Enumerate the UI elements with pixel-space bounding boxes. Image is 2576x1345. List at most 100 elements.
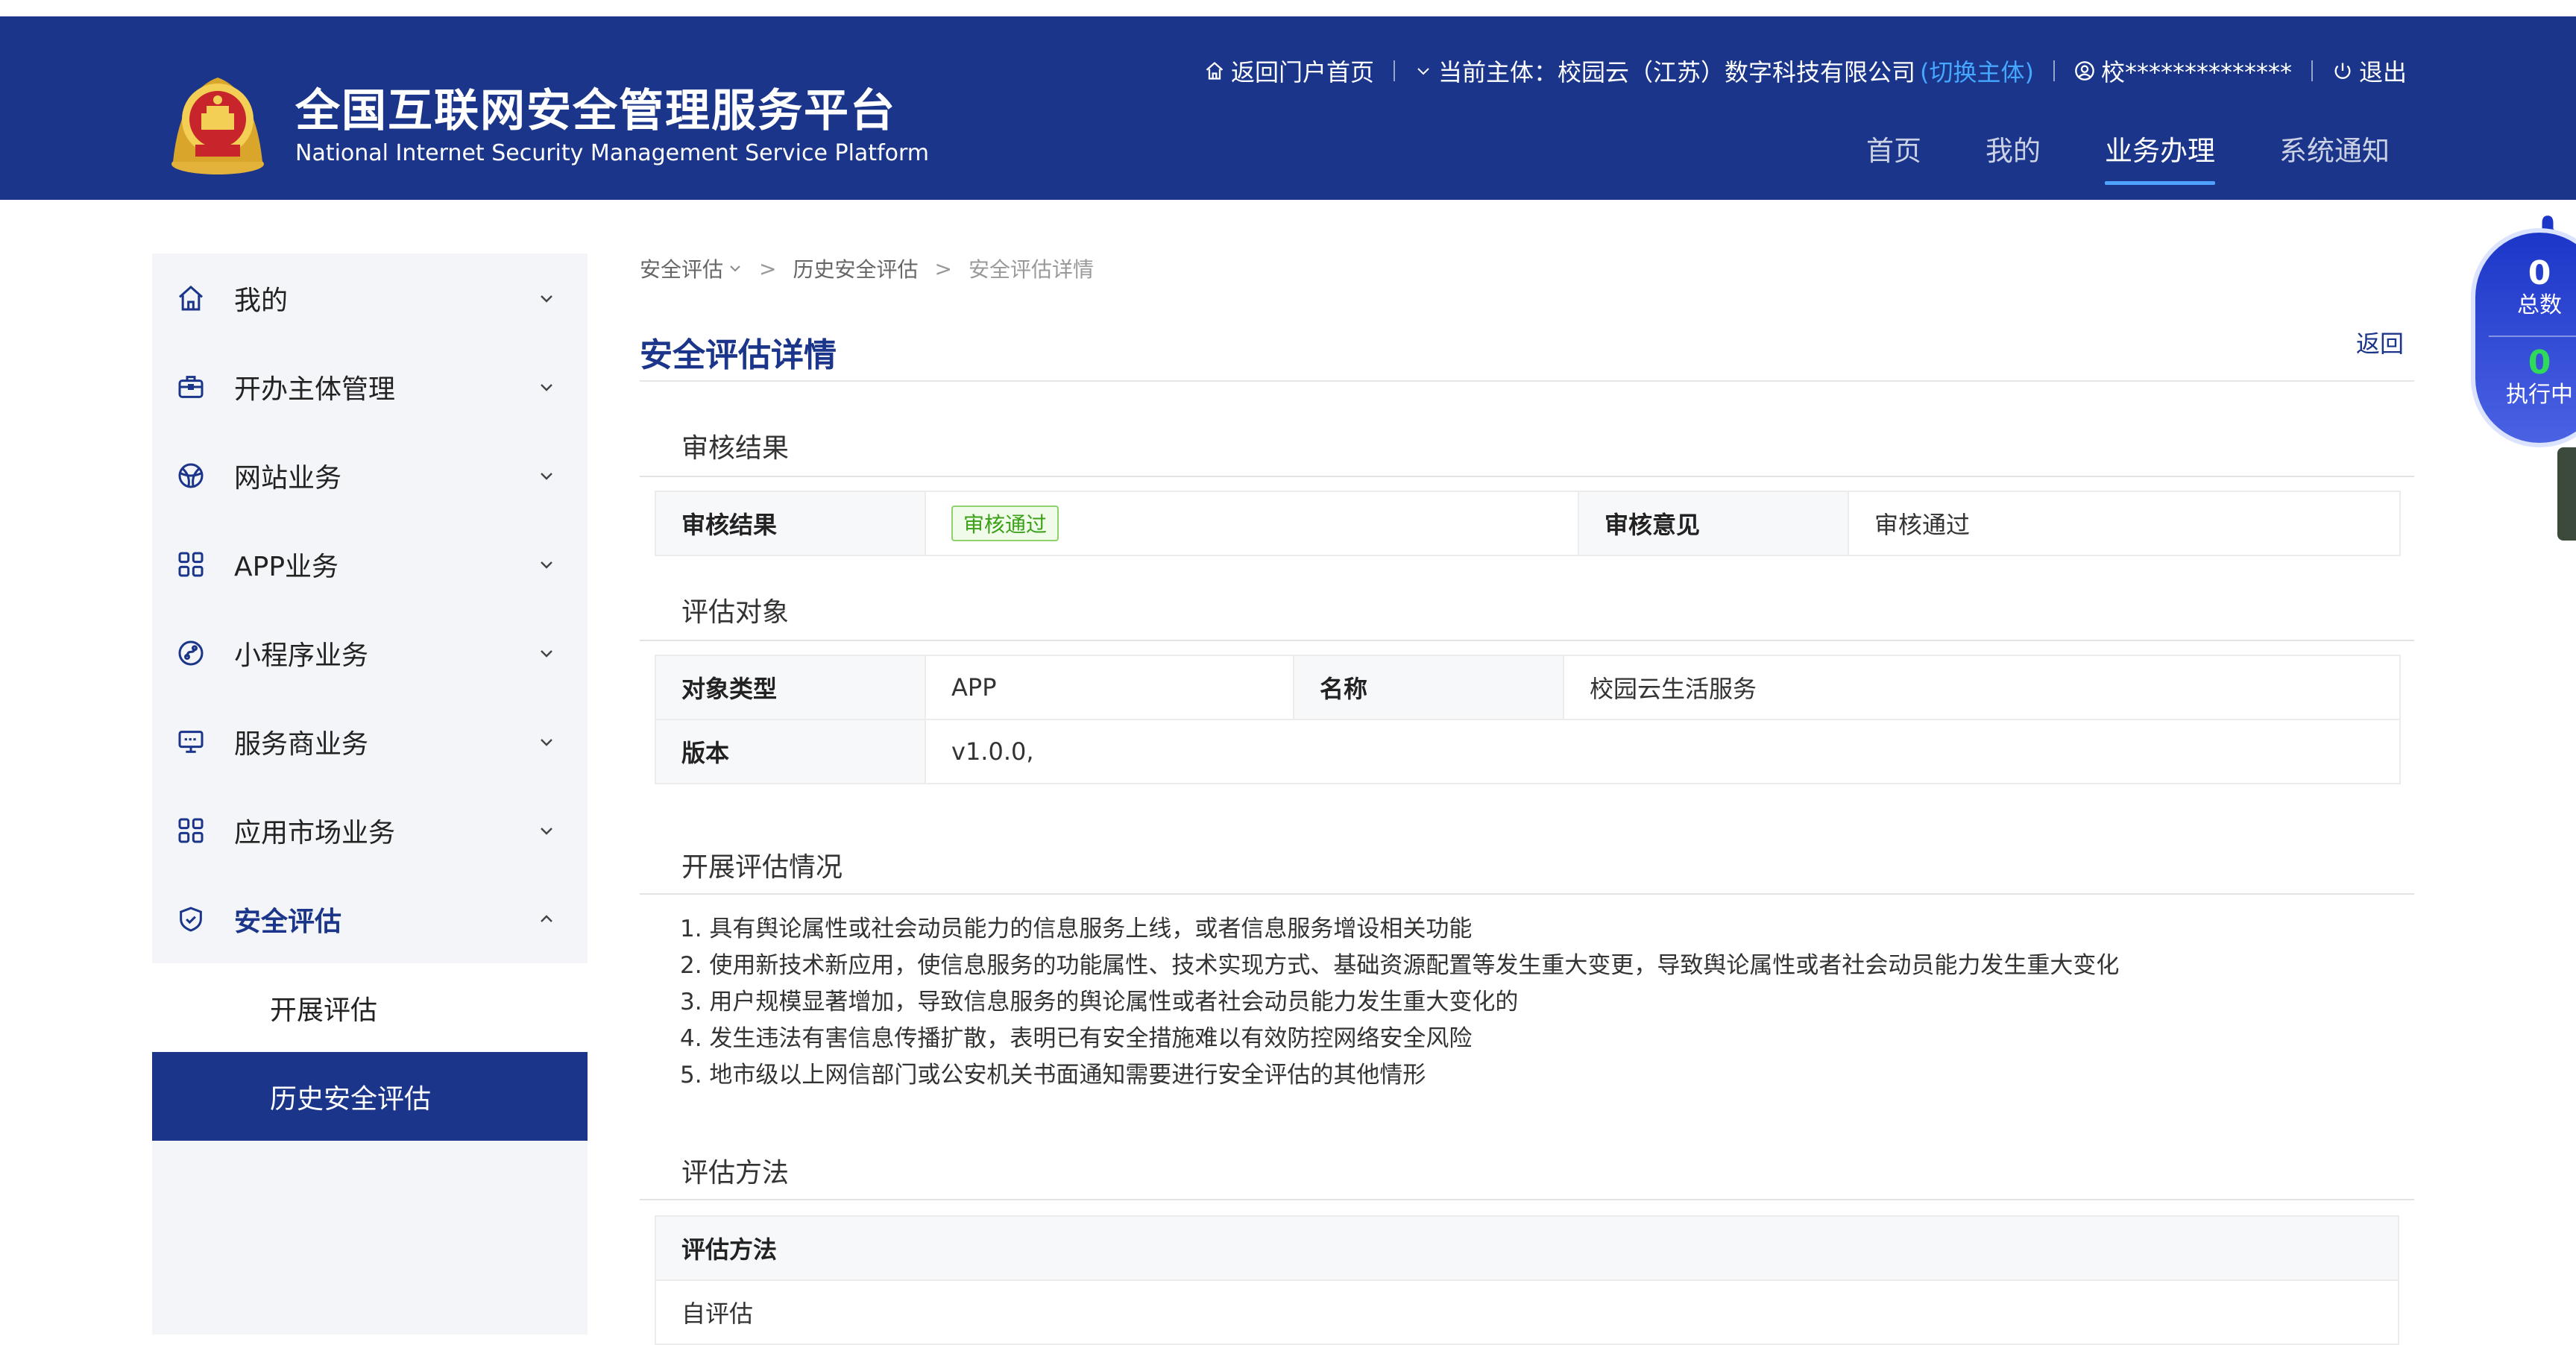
review-opinion-value: 审核通过 bbox=[1848, 491, 2401, 556]
main-nav: 首页 我的 业务办理 系统通知 bbox=[1866, 128, 2390, 185]
monitor-icon bbox=[174, 725, 207, 758]
breadcrumb-current: 安全评估详情 bbox=[968, 257, 1094, 282]
sidebar-subitem-history-assessment[interactable]: 历史安全评估 bbox=[152, 1052, 588, 1141]
task-total-count: 0 bbox=[2528, 254, 2551, 292]
section-divider bbox=[640, 476, 2414, 477]
table-row: 对象类型 APP 名称 校园云生活服务 bbox=[655, 655, 2401, 720]
status-badge: 审核通过 bbox=[951, 505, 1059, 541]
divider bbox=[2053, 60, 2055, 81]
header-topbar: 返回门户首页 当前主体：校园云（江苏）数字科技有限公司 (切换主体) 校****… bbox=[1204, 54, 2407, 88]
chevron-down-icon bbox=[730, 265, 740, 272]
section-divider bbox=[640, 893, 2414, 895]
logout-button[interactable]: 退出 bbox=[2332, 54, 2407, 88]
sidebar-filler bbox=[152, 1141, 588, 1335]
shield-icon bbox=[174, 903, 207, 936]
list-item: 1. 具有舆论属性或社会动员能力的信息服务上线，或者信息服务增设相关功能 bbox=[680, 916, 1473, 942]
breadcrumb-item-assessment[interactable]: 安全评估 bbox=[640, 253, 723, 283]
section-title-method: 评估方法 bbox=[681, 1158, 790, 1188]
breadcrumb: 安全评估 > 历史安全评估 > 安全评估详情 bbox=[640, 253, 1094, 283]
sidebar-item-label: 小程序业务 bbox=[234, 640, 369, 671]
section-title-review: 审核结果 bbox=[681, 433, 790, 464]
widget-divider bbox=[2489, 336, 2576, 337]
user-menu[interactable]: 校************** bbox=[2074, 54, 2292, 88]
sidebar-item-app[interactable]: APP业务 bbox=[152, 520, 588, 608]
globe-icon bbox=[174, 459, 207, 492]
briefcase-icon bbox=[174, 371, 207, 403]
list-item: 3. 用户规模显著增加，导致信息服务的舆论属性或者社会动员能力发生重大变化的 bbox=[680, 989, 1519, 1015]
sidebar-item-website[interactable]: 网站业务 bbox=[152, 431, 588, 520]
chevron-down-icon bbox=[541, 649, 552, 658]
platform-title-cn: 全国互联网安全管理服务平台 bbox=[295, 85, 896, 137]
section-divider bbox=[640, 640, 2414, 641]
target-version-label: 版本 bbox=[655, 719, 926, 784]
list-item: 2. 使用新技术新应用，使信息服务的功能属性、技术实现方式、基础资源配置等发生重… bbox=[680, 952, 2120, 979]
portal-home-label: 返回门户首页 bbox=[1230, 58, 1374, 86]
sidebar-item-miniprogram[interactable]: 小程序业务 bbox=[152, 608, 588, 697]
divider bbox=[1393, 60, 1395, 81]
assessment-reasons-list: 1. 具有舆论属性或社会动员能力的信息服务上线，或者信息服务增设相关功能 2. … bbox=[680, 911, 2119, 1094]
back-button[interactable]: 返回 bbox=[2356, 325, 2404, 359]
table-row: 审核结果 审核通过 审核意见 审核通过 bbox=[655, 491, 2401, 556]
chevron-down-icon bbox=[541, 472, 552, 480]
power-icon bbox=[2332, 60, 2353, 81]
table-row: 自评估 bbox=[655, 1279, 2399, 1345]
chevron-down-icon bbox=[541, 827, 552, 835]
task-total: 0 总数 bbox=[2475, 255, 2576, 319]
table-row: 版本 v1.0.0, bbox=[655, 719, 2401, 784]
user-name: 校************** bbox=[2100, 58, 2292, 86]
target-type-value: APP bbox=[925, 655, 1294, 720]
page-title: 安全评估详情 bbox=[640, 336, 837, 374]
sidebar-item-label: 安全评估 bbox=[234, 906, 342, 937]
target-type-label: 对象类型 bbox=[655, 655, 926, 720]
nav-business[interactable]: 业务办理 bbox=[2105, 128, 2215, 185]
method-value: 自评估 bbox=[655, 1279, 2399, 1345]
task-running: 0 执行中 bbox=[2475, 344, 2576, 409]
sidebar-subitem-start-assessment[interactable]: 开展评估 bbox=[152, 963, 588, 1052]
chevron-up-icon bbox=[541, 914, 552, 922]
police-emblem-logo bbox=[171, 78, 264, 174]
method-column-header: 评估方法 bbox=[655, 1215, 2399, 1281]
side-panel-handle[interactable] bbox=[2557, 447, 2576, 541]
nav-mine[interactable]: 我的 bbox=[1985, 128, 2041, 185]
task-counter-widget[interactable]: 0 总数 0 执行中 bbox=[2475, 233, 2576, 443]
sidebar-item-entity-management[interactable]: 开办主体管理 bbox=[152, 342, 588, 431]
task-running-label: 执行中 bbox=[2506, 382, 2573, 408]
grid-icon bbox=[174, 814, 207, 847]
current-entity-label: 当前主体：校园云（江苏）数字科技有限公司 bbox=[1437, 58, 1915, 86]
switch-entity-link[interactable]: (切换主体) bbox=[1920, 54, 2034, 88]
logout-label: 退出 bbox=[2358, 58, 2407, 86]
breadcrumb-item-history[interactable]: 历史安全评估 bbox=[793, 253, 918, 283]
top-header: 全国互联网安全管理服务平台 National Internet Security… bbox=[0, 16, 2576, 200]
nav-home[interactable]: 首页 bbox=[1866, 128, 1921, 185]
title-divider bbox=[640, 380, 2414, 382]
target-name-value: 校园云生活服务 bbox=[1563, 655, 2401, 720]
miniprogram-icon bbox=[174, 637, 207, 670]
sidebar-item-label: 我的 bbox=[234, 285, 289, 316]
breadcrumb-separator: > bbox=[934, 256, 952, 281]
review-result-cell: 审核通过 bbox=[925, 491, 1579, 556]
entity-selector[interactable]: 当前主体：校园云（江苏）数字科技有限公司 (切换主体) bbox=[1414, 54, 2034, 88]
breadcrumb-separator: > bbox=[759, 256, 777, 281]
section-divider bbox=[640, 1199, 2414, 1200]
sidebar-item-mine[interactable]: 我的 bbox=[152, 253, 588, 342]
section-title-situation: 开展评估情况 bbox=[681, 852, 843, 883]
sidebar-item-security-assessment[interactable]: 安全评估 bbox=[152, 875, 588, 963]
review-table: 审核结果 审核通过 审核意见 审核通过 bbox=[655, 491, 2401, 556]
method-table: 评估方法 自评估 bbox=[655, 1215, 2399, 1345]
sidebar-item-label: 服务商业务 bbox=[234, 728, 369, 760]
target-name-label: 名称 bbox=[1293, 655, 1564, 720]
target-version-value: v1.0.0, bbox=[925, 719, 2401, 784]
nav-notifications[interactable]: 系统通知 bbox=[2279, 128, 2390, 185]
sidebar-item-service-provider[interactable]: 服务商业务 bbox=[152, 697, 588, 786]
sidebar-item-app-market[interactable]: 应用市场业务 bbox=[152, 786, 588, 875]
chevron-down-icon bbox=[541, 738, 552, 746]
portal-home-link[interactable]: 返回门户首页 bbox=[1204, 54, 1374, 88]
table-row: 评估方法 bbox=[655, 1215, 2399, 1281]
chevron-down-icon bbox=[541, 561, 552, 569]
sidebar-item-label: 开办主体管理 bbox=[234, 374, 396, 405]
list-item: 4. 发生违法有害信息传播扩散，表明已有安全措施难以有效防控网络安全风险 bbox=[680, 1025, 1473, 1052]
review-result-label: 审核结果 bbox=[655, 491, 926, 556]
task-running-count: 0 bbox=[2528, 344, 2551, 382]
chevron-down-icon bbox=[1414, 62, 1432, 80]
grid-icon bbox=[174, 548, 207, 581]
